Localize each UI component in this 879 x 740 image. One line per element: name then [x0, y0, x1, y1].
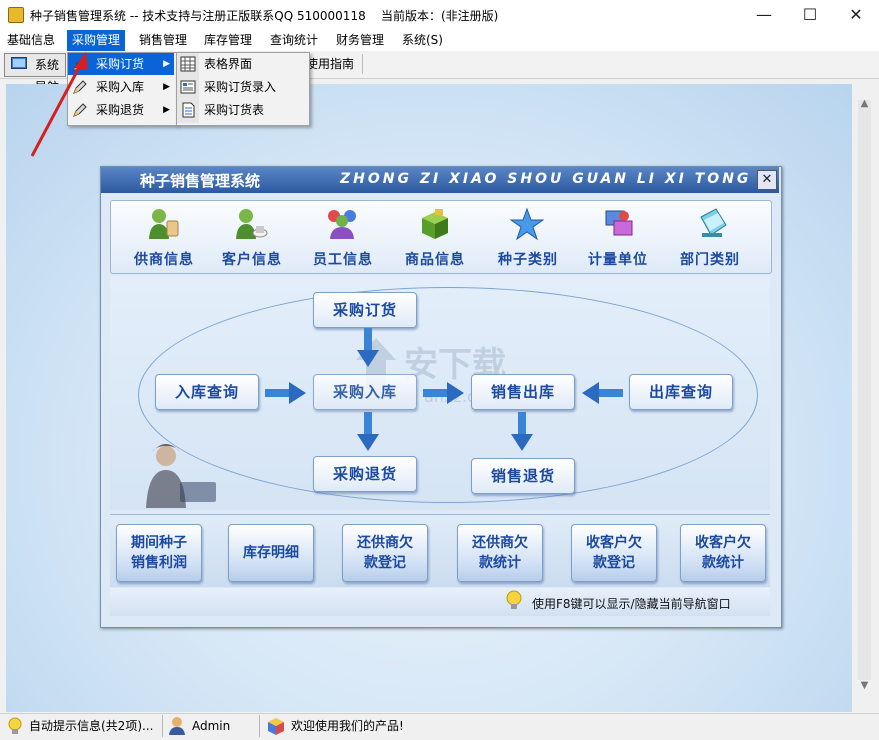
supplier-debt-register-line2: 款登记	[364, 555, 406, 571]
purchase-in-button[interactable]: 采购入库	[313, 374, 417, 410]
sales-return-button[interactable]: 销售退货	[471, 458, 575, 494]
menu-query-statistics[interactable]: 查询统计	[265, 30, 323, 51]
user-icon	[169, 717, 185, 735]
menu-system[interactable]: 系统(S)	[397, 30, 448, 51]
submenu-item-table-view[interactable]: 表格界面	[177, 53, 307, 75]
stock-out-query-button[interactable]: 出库查询	[629, 374, 733, 410]
menu-purchase-management[interactable]: 采购管理	[67, 30, 126, 51]
arrow-down-icon	[511, 412, 533, 451]
sales-out-button[interactable]: 销售出库	[471, 374, 575, 410]
staff-info-label[interactable]: 员工信息	[313, 249, 373, 269]
customer-icon[interactable]	[234, 207, 268, 241]
pencil-icon	[73, 57, 87, 71]
menu-item-purchase-order[interactable]: 采购订货 ▶	[68, 53, 174, 75]
supplier-debt-stats-line1: 还供商欠	[472, 535, 528, 551]
customer-debt-register-button[interactable]: 收客户欠 款登记	[571, 524, 657, 582]
purchase-return-button[interactable]: 采购退货	[313, 456, 417, 492]
purchase-order-button[interactable]: 采购订货	[313, 292, 417, 328]
supplier-info-label[interactable]: 供商信息	[134, 249, 194, 269]
department-category-label[interactable]: 部门类别	[680, 249, 740, 269]
seed-category-label[interactable]: 种子类别	[498, 249, 558, 269]
submenu-arrow-icon: ▶	[163, 82, 170, 92]
menu-item-label: 采购入库	[96, 80, 145, 94]
navigation-close-button[interactable]: ✕	[757, 170, 777, 190]
submenu-arrow-icon: ▶	[163, 59, 170, 69]
hint-text: 使用F8键可以显示/隐藏当前导航窗口	[532, 597, 731, 611]
app-icon	[8, 7, 24, 23]
status-divider	[162, 715, 163, 737]
lightbulb-icon	[8, 717, 22, 734]
scrollbar-thumb[interactable]	[858, 100, 871, 680]
submenu-arrow-icon: ▶	[163, 105, 170, 115]
lightbulb-icon	[506, 590, 522, 609]
arrow-right-icon	[423, 382, 464, 404]
department-icon[interactable]	[696, 207, 730, 241]
supplier-debt-register-button[interactable]: 还供商欠 款登记	[342, 524, 428, 582]
customer-debt-register-line2: 款登记	[593, 555, 635, 571]
menu-item-label: 采购订货	[96, 57, 145, 71]
status-divider	[259, 715, 260, 737]
monitor-icon	[11, 57, 27, 69]
customer-debt-stats-line1: 收客户欠	[695, 535, 751, 551]
submenu-item-label: 表格界面	[204, 57, 253, 71]
arrow-down-icon	[357, 328, 379, 367]
product-icon[interactable]	[418, 207, 452, 241]
clerk-illustration	[146, 444, 216, 508]
submenu-item-label: 采购订货录入	[204, 80, 277, 94]
document-icon	[182, 102, 195, 118]
customer-info-label[interactable]: 客户信息	[222, 249, 282, 269]
system-nav-button[interactable]: 系统导航	[4, 53, 66, 94]
form-icon	[180, 80, 196, 94]
maximize-button[interactable]: ☐	[787, 0, 833, 30]
inventory-detail-label: 库存明细	[243, 545, 299, 561]
customer-debt-stats-line2: 款统计	[702, 555, 744, 571]
menu-inventory-management[interactable]: 库存管理	[199, 30, 257, 51]
menu-sales-management[interactable]: 销售管理	[134, 30, 192, 51]
window-title: 种子销售管理系统 -- 技术支持与注册正版联系QQ 510000118 当前版本…	[30, 9, 499, 23]
inventory-detail-button[interactable]: 库存明细	[228, 524, 314, 582]
pencil-icon	[73, 80, 87, 94]
supplier-icon[interactable]	[146, 207, 180, 241]
arrow-right-icon	[265, 382, 306, 404]
submenu-item-order-sheet[interactable]: 采购订货表	[177, 99, 307, 121]
supplier-debt-stats-line2: 款统计	[479, 555, 521, 571]
menu-finance-management[interactable]: 财务管理	[331, 30, 389, 51]
navigation-window-title: 种子销售管理系统	[140, 172, 261, 190]
status-welcome: 欢迎使用我们的产品!	[291, 719, 404, 733]
supplier-debt-stats-button[interactable]: 还供商欠 款统计	[457, 524, 543, 582]
star-icon[interactable]	[510, 207, 544, 241]
unit-icon[interactable]	[602, 207, 636, 241]
menu-basic-info[interactable]: 基础信息	[2, 30, 60, 51]
toolbar-separator	[362, 54, 363, 74]
pencil-icon	[73, 103, 87, 117]
customer-debt-stats-button[interactable]: 收客户欠 款统计	[680, 524, 766, 582]
arrow-down-icon	[357, 412, 379, 451]
scroll-down-icon[interactable]: ▼	[856, 678, 873, 694]
period-profit-line2: 销售利润	[131, 555, 187, 571]
stock-in-query-button[interactable]: 入库查询	[155, 374, 259, 410]
period-profit-line1: 期间种子	[131, 535, 187, 551]
status-user: Admin	[192, 719, 231, 733]
unit-label[interactable]: 计量单位	[588, 249, 648, 269]
finance-panel	[110, 514, 770, 587]
menu-item-label: 采购退货	[96, 103, 145, 117]
product-cube-icon	[268, 718, 284, 735]
submenu-item-label: 采购订货表	[204, 103, 265, 117]
customer-debt-register-line1: 收客户欠	[586, 535, 642, 551]
menu-item-purchase-return[interactable]: 采购退货 ▶	[68, 99, 174, 121]
submenu-item-order-entry[interactable]: 采购订货录入	[177, 76, 307, 98]
product-info-label[interactable]: 商品信息	[405, 249, 465, 269]
minimize-button[interactable]: —	[741, 0, 787, 30]
user-guide-button[interactable]: 使用指南	[306, 53, 354, 75]
close-button[interactable]: ✕	[833, 0, 879, 30]
navigation-window-title-pinyin: ZHONG ZI XIAO SHOU GUAN LI XI TONG	[340, 171, 752, 187]
menu-item-purchase-in[interactable]: 采购入库 ▶	[68, 76, 174, 98]
period-profit-button[interactable]: 期间种子 销售利润	[116, 524, 202, 582]
status-tips[interactable]: 自动提示信息(共2项)...	[29, 713, 153, 739]
staff-icon[interactable]	[325, 207, 359, 241]
grid-icon	[180, 56, 196, 72]
scroll-up-icon[interactable]: ▲	[856, 96, 873, 112]
supplier-debt-register-line1: 还供商欠	[357, 535, 413, 551]
arrow-left-icon	[582, 382, 623, 404]
